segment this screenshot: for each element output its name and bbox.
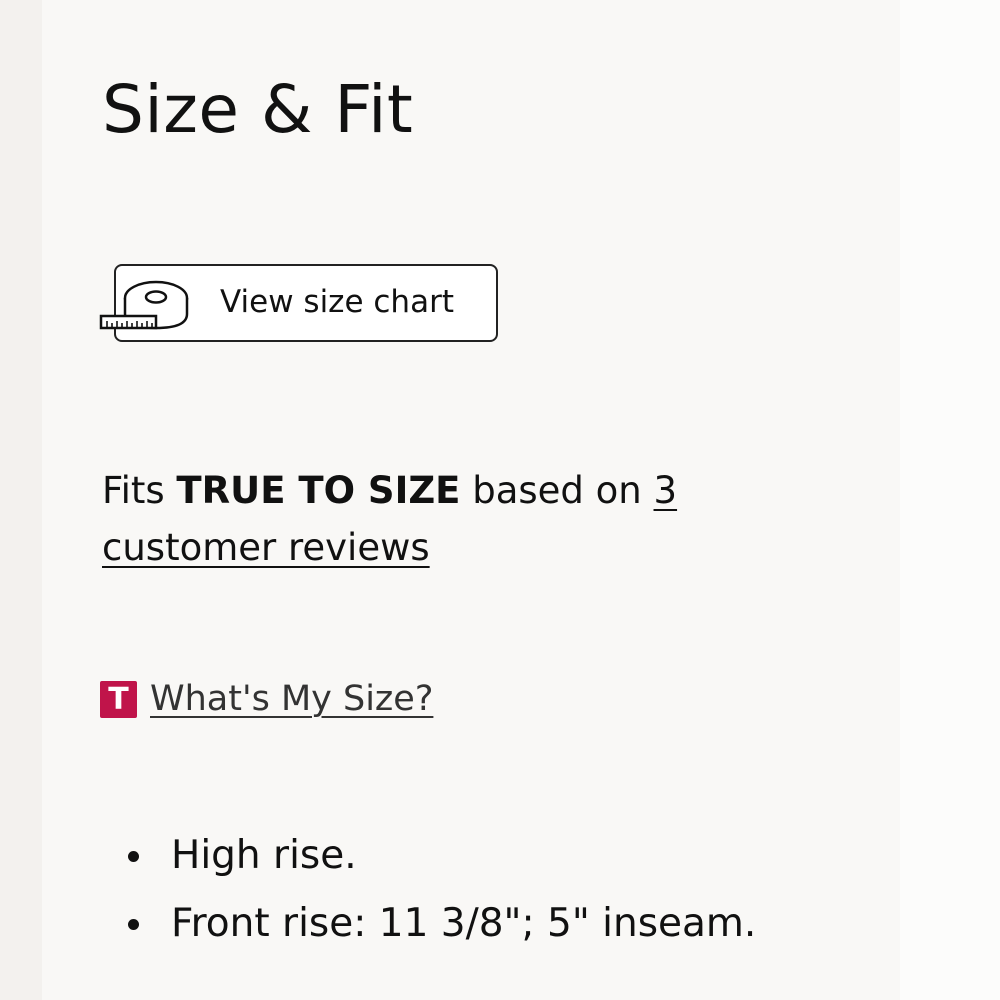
fit-summary: Fits TRUE TO SIZE based on 3 customer re… (102, 462, 742, 576)
bullet-icon (128, 851, 139, 862)
section-title: Size & Fit (102, 71, 414, 148)
measuring-tape-icon (99, 280, 189, 330)
left-margin (0, 0, 42, 1000)
true-fit-logo-icon: T (100, 681, 137, 718)
fit-value: TRUE TO SIZE (176, 469, 461, 512)
product-details-list: High rise. Front rise: 11 3/8"; 5" insea… (125, 828, 756, 964)
view-size-chart-label[interactable]: View size chart (220, 283, 454, 321)
bullet-icon (128, 919, 139, 930)
fit-prefix: Fits (102, 469, 177, 512)
detail-text: Front rise: 11 3/8"; 5" inseam. (171, 901, 757, 946)
detail-text: High rise. (171, 833, 357, 878)
whats-my-size-link[interactable]: What's My Size? (150, 676, 433, 722)
list-item: Front rise: 11 3/8"; 5" inseam. (125, 896, 756, 964)
right-margin (900, 0, 1000, 1000)
list-item: High rise. (125, 828, 756, 896)
fit-middle: based on (460, 469, 654, 512)
